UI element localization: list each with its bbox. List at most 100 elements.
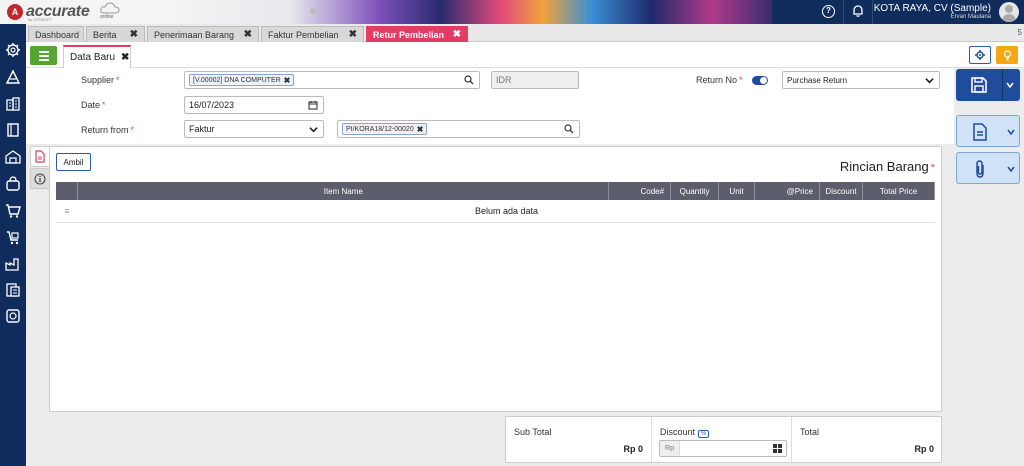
print-document-button[interactable]	[956, 115, 1020, 147]
discount-amount-field[interactable]: Rp	[659, 440, 787, 457]
return-from-select[interactable]: Faktur	[184, 120, 324, 138]
column-header-total-price[interactable]: Total Price	[862, 182, 936, 200]
date-label: Date *	[81, 100, 106, 110]
lightbulb-icon	[1003, 49, 1011, 61]
table-header-row: Item Name Code# Quantity Unit @Price Dis…	[56, 182, 936, 200]
tab-retur-pembelian[interactable]: Retur Pembelian ✖	[366, 26, 468, 42]
column-header-unit[interactable]: Unit	[718, 182, 756, 200]
doc-tab-label: Data Baru	[70, 52, 116, 63]
column-header-code[interactable]: Code#	[608, 182, 672, 200]
cart-icon[interactable]	[5, 203, 21, 219]
search-icon[interactable]	[564, 124, 574, 134]
warehouse-icon[interactable]	[5, 149, 21, 165]
invoice-field[interactable]: PI/KORA18/12-00020 ✖	[337, 120, 580, 138]
column-header-discount[interactable]: Discount	[819, 182, 863, 200]
bell-icon[interactable]	[851, 4, 865, 18]
tab-label: Berita	[93, 29, 117, 40]
detail-panel: Ambil Rincian Barang * Item Name Code# Qu…	[49, 146, 942, 412]
discount-label: Discount%	[660, 427, 710, 438]
tips-button[interactable]	[996, 46, 1018, 64]
close-icon[interactable]: ✖	[130, 29, 138, 40]
total-label: Total	[800, 427, 820, 437]
header-banner	[170, 0, 772, 24]
menu-button[interactable]	[30, 46, 57, 65]
subtotal-value: Rp 0	[623, 444, 643, 454]
user-area: ? KOTA RAYA, CV (Sample) Ervan Maulana	[772, 0, 1024, 24]
form-area: Supplier * [V.00002] DNA COMPUTER ✖ IDR Re…	[26, 68, 954, 144]
remove-chip-icon[interactable]: ✖	[417, 125, 424, 134]
document-icon	[973, 123, 987, 141]
bank-icon[interactable]	[5, 96, 21, 112]
totals-footer: Sub Total Rp 0 Discount% Rp Total Rp 0	[505, 416, 942, 464]
buildings-icon[interactable]	[5, 69, 21, 85]
settings-button[interactable]	[969, 46, 991, 64]
banner-dot	[310, 8, 316, 14]
sub-header: Data Baru ✖	[26, 42, 1024, 68]
chevron-down-icon[interactable]	[1007, 165, 1015, 173]
tab-berita[interactable]: Berita ✖	[86, 26, 145, 42]
close-icon[interactable]: ✖	[453, 29, 461, 40]
save-button[interactable]	[956, 69, 1020, 101]
chevron-down-icon	[925, 78, 934, 84]
side-tab-items[interactable]	[30, 146, 49, 167]
gear-icon[interactable]	[5, 42, 21, 58]
currency-field: IDR	[491, 71, 579, 89]
calculator-icon[interactable]	[773, 444, 782, 453]
company-name[interactable]: KOTA RAYA, CV (Sample)	[874, 3, 991, 14]
purchase-cart-icon[interactable]	[5, 230, 21, 246]
document-icon	[35, 150, 45, 163]
gear-icon	[975, 50, 985, 60]
side-tab-info[interactable]	[30, 168, 49, 189]
calendar-icon[interactable]	[308, 100, 318, 110]
attachment-button[interactable]	[956, 152, 1020, 184]
close-icon[interactable]: ✖	[349, 29, 357, 40]
total-cell: Total Rp 0	[792, 417, 942, 464]
bag-icon[interactable]	[5, 176, 21, 192]
tab-count[interactable]: 5	[1018, 28, 1022, 37]
user-name[interactable]: Ervan Maulana	[951, 14, 991, 20]
total-value: Rp 0	[914, 444, 934, 454]
return-from-label: Return from *	[81, 125, 135, 135]
help-icon[interactable]: ?	[822, 5, 835, 18]
supplier-field[interactable]: [V.00002] DNA COMPUTER ✖	[184, 71, 480, 89]
cloud-icon	[100, 2, 120, 14]
empty-table-message: Belum ada data	[77, 200, 935, 223]
date-field[interactable]: 16/07/2023	[184, 96, 324, 114]
logo-online-text: online	[100, 14, 114, 20]
items-table: Item Name Code# Quantity Unit @Price Dis…	[56, 182, 936, 223]
tab-penerimaan-barang[interactable]: Penerimaan Barang ✖	[147, 26, 259, 42]
close-icon[interactable]: ✖	[244, 29, 252, 40]
ledger-icon[interactable]	[5, 122, 21, 138]
table-row: ≡ Belum ada data	[56, 200, 935, 223]
subtotal-label: Sub Total	[514, 427, 552, 437]
doc-tab-data-baru[interactable]: Data Baru ✖	[63, 45, 131, 68]
chevron-down-icon[interactable]	[1007, 128, 1015, 136]
info-icon	[34, 173, 46, 185]
supplier-chip: [V.00002] DNA COMPUTER ✖	[189, 74, 295, 86]
factory-icon[interactable]	[5, 256, 21, 272]
column-header-item-name[interactable]: Item Name	[77, 182, 610, 200]
top-bar: A accurate online by CPSSOFT ? KOTA RAYA…	[0, 0, 1024, 24]
detail-title: Rincian Barang *	[839, 159, 935, 174]
ambil-button[interactable]: Ambil	[56, 153, 91, 171]
tab-label: Faktur Pembelian	[268, 29, 339, 40]
close-icon[interactable]: ✖	[121, 52, 129, 63]
sidebar	[0, 24, 26, 466]
tab-faktur-pembelian[interactable]: Faktur Pembelian ✖	[261, 26, 364, 42]
search-icon[interactable]	[464, 75, 474, 85]
return-type-select[interactable]: Purchase Return	[782, 71, 940, 89]
column-header-price[interactable]: @Price	[754, 182, 820, 200]
report-icon[interactable]	[5, 282, 21, 298]
subtotal-cell: Sub Total Rp 0	[506, 417, 652, 464]
tab-dashboard[interactable]: Dashboard	[28, 26, 84, 42]
auto-number-toggle[interactable]	[752, 76, 768, 85]
dashboard-icon[interactable]	[5, 308, 21, 324]
column-header-quantity[interactable]: Quantity	[670, 182, 720, 200]
row-handle-icon[interactable]: ≡	[56, 200, 78, 223]
supplier-label: Supplier *	[81, 75, 120, 85]
remove-chip-icon[interactable]: ✖	[284, 76, 291, 85]
tab-strip: Dashboard Berita ✖ Penerimaan Barang ✖ F…	[26, 24, 1024, 42]
avatar[interactable]	[999, 2, 1019, 22]
discount-percent-toggle[interactable]: %	[698, 430, 710, 438]
chevron-down-icon[interactable]	[1006, 81, 1014, 89]
